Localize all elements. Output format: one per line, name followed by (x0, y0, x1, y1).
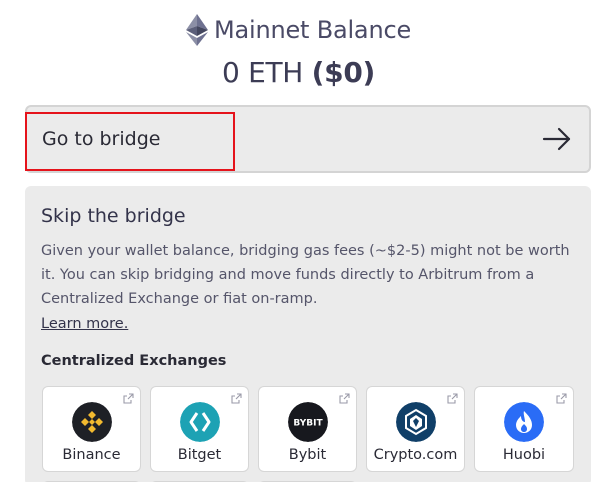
cex-name: Binance (62, 447, 121, 463)
skip-bridge-title: Skip the bridge (41, 205, 186, 227)
cex-card-bybit[interactable]: BYBIT Bybit (258, 386, 357, 472)
eth-amount: 0 ETH (221, 56, 304, 89)
bybit-logo-text: BYBIT (293, 419, 323, 429)
balance-amount: 0 ETH ($0) (0, 56, 597, 89)
external-link-icon (339, 393, 350, 404)
learn-more-link[interactable]: Learn more. (41, 316, 128, 332)
cex-card-binance[interactable]: Binance (42, 386, 141, 472)
arrow-right-icon (542, 127, 571, 151)
ethereum-icon (185, 14, 208, 46)
cex-name: Huobi (502, 447, 546, 463)
cex-heading: Centralized Exchanges (41, 353, 227, 369)
bitget-logo-icon (179, 402, 220, 442)
skip-bridge-panel: Skip the bridge Given your wallet balanc… (25, 186, 591, 482)
external-link-icon (556, 393, 567, 404)
skip-bridge-description: Given your wallet balance, bridging gas … (41, 243, 570, 307)
cex-card-crypto-com[interactable]: Crypto.com (366, 386, 465, 472)
cex-name: Bybit (288, 447, 327, 463)
external-link-icon (447, 393, 458, 404)
cex-name: Crypto.com (373, 447, 458, 463)
cex-grid: Binance Bitget BYBIT Bybit Crypto.com Hu… (42, 386, 574, 472)
external-link-icon (231, 393, 242, 404)
go-to-bridge-label: Go to bridge (42, 128, 161, 150)
cex-card-huobi[interactable]: Huobi (474, 386, 574, 472)
balance-title: Mainnet Balance (213, 16, 412, 44)
huobi-logo-icon (504, 402, 544, 442)
cex-name: Bitget (177, 447, 222, 463)
crypto-com-logo-icon (395, 402, 436, 442)
balance-header: Mainnet Balance (0, 14, 597, 46)
external-link-icon (123, 393, 134, 404)
go-to-bridge-button[interactable]: Go to bridge (25, 105, 591, 173)
binance-logo-icon (71, 402, 112, 442)
bybit-logo-icon: BYBIT (287, 402, 328, 442)
cex-card-bitget[interactable]: Bitget (150, 386, 249, 472)
usd-amount: ($0) (311, 56, 376, 89)
